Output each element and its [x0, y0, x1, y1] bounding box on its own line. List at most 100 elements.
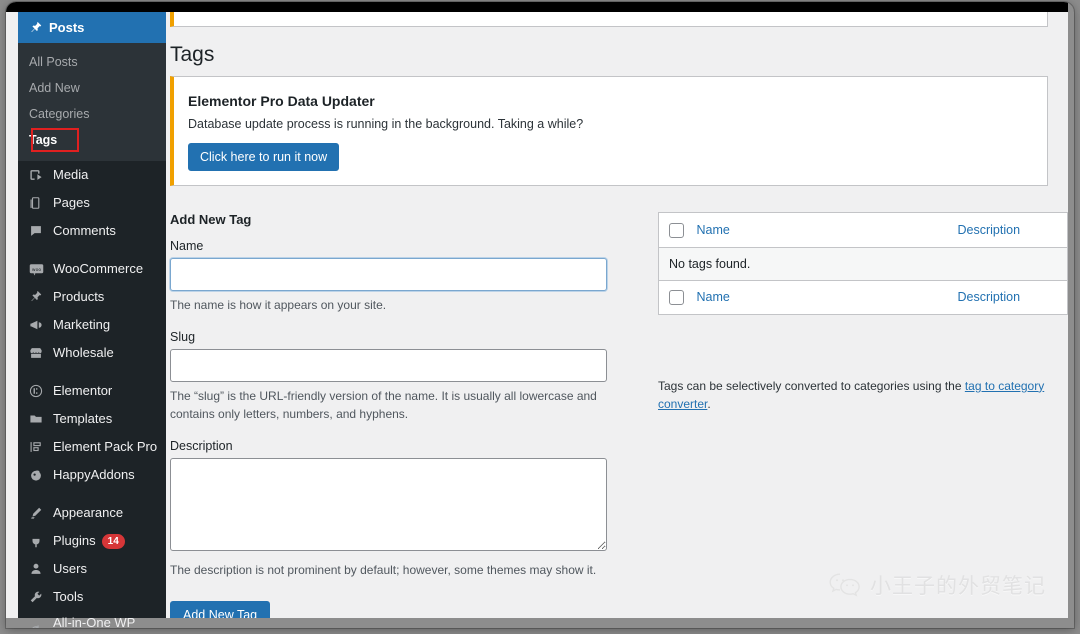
sidebar-subitem-all-posts[interactable]: All Posts [18, 49, 166, 75]
description-textarea[interactable] [170, 458, 607, 552]
sidebar-item-plugins-label: Plugins [53, 533, 96, 548]
add-new-tag-form: Add New Tag Name The name is how it appe… [170, 212, 645, 618]
field-name: Name [170, 239, 627, 292]
sidebar-item-pages[interactable]: Pages [18, 189, 166, 217]
sidebar-item-marketing-label: Marketing [53, 317, 111, 332]
sidebar-item-woocommerce[interactable]: woo WooCommerce [18, 255, 166, 283]
sidebar-item-marketing[interactable]: Marketing [18, 311, 166, 339]
column-header-name[interactable]: Name [686, 212, 948, 248]
sidebar-item-appearance-label: Appearance [53, 505, 124, 520]
submenu-item-categories-wrap: Categories [18, 101, 166, 127]
sidebar-item-comments-label: Comments [53, 223, 116, 238]
tags-table-head: Name Description [658, 212, 1068, 248]
sidebar-item-tools[interactable]: Tools [18, 583, 166, 611]
sidebar-item-users-label: Users [53, 561, 87, 576]
select-all-checkbox-footer[interactable] [669, 289, 684, 305]
sidebar-divider-1 [18, 245, 166, 255]
sidebar-item-happyaddons-label: HappyAddons [53, 467, 135, 482]
sidebar-item-pages-label: Pages [53, 195, 90, 210]
sidebar-divider-3 [18, 489, 166, 499]
sidebar-item-products[interactable]: Products [18, 283, 166, 311]
name-help-text: The name is how it appears on your site. [170, 298, 387, 313]
comments-icon [29, 224, 49, 238]
top-black-bar [6, 2, 1074, 12]
slug-input[interactable] [170, 349, 607, 383]
notice-body: Elementor Pro Data Updater Database upda… [174, 77, 1047, 185]
no-tags-found-message: No tags found. [658, 247, 1068, 281]
sidebar-item-posts-label: Posts [49, 20, 85, 35]
tags-table-foot: Name Description [658, 279, 1068, 315]
select-all-header [658, 212, 687, 248]
wrench-icon [29, 590, 49, 604]
sidebar-item-element-pack-pro-label: Element Pack Pro [53, 439, 158, 454]
elementor-data-updater-notice: Elementor Pro Data Updater Database upda… [170, 76, 1048, 187]
tags-columns: Add New Tag Name The name is how it appe… [166, 212, 1068, 618]
sidebar-item-users[interactable]: Users [18, 555, 166, 583]
elementor-icon [29, 384, 49, 398]
migration-icon [29, 624, 49, 628]
pages-icon [29, 196, 49, 210]
tag-converter-note: Tags can be selectively converted to cat… [658, 377, 1068, 413]
submenu-item-tags-wrap: Tags [18, 127, 166, 153]
slug-help-text: The “slug” is the URL-friendly version o… [170, 389, 597, 422]
woocommerce-icon: woo [29, 263, 49, 276]
name-label: Name [170, 239, 204, 254]
sidebar-item-appearance[interactable]: Appearance [18, 499, 166, 527]
form-heading: Add New Tag [170, 212, 252, 228]
sidebar-item-element-pack-pro[interactable]: Element Pack Pro [18, 433, 166, 461]
svg-text:woo: woo [32, 268, 41, 273]
sidebar-item-wholesale-label: Wholesale [53, 345, 114, 360]
table-footer-row: Name Description [658, 279, 1068, 315]
sidebar-item-media-label: Media [53, 167, 89, 182]
sidebar-item-tools-label: Tools [53, 589, 84, 604]
submenu-item-add-new-wrap: Add New [18, 75, 166, 101]
tags-table: Name Description No tags found. Name Des… [658, 212, 1068, 315]
notice-message: Database update process is running in th… [188, 117, 584, 132]
screenshot-root: Posts All Posts Add New Categories Tags [0, 0, 1080, 634]
column-footer-name[interactable]: Name [686, 279, 948, 315]
table-row: No tags found. [658, 247, 1068, 281]
sidebar-item-media[interactable]: Media [18, 161, 166, 189]
sidebar-item-wholesale[interactable]: Wholesale [18, 339, 166, 367]
sidebar-subitem-add-new[interactable]: Add New [18, 75, 166, 101]
column-header-description[interactable]: Description [947, 212, 1068, 248]
field-slug: Slug [170, 330, 627, 383]
element-pack-icon [29, 440, 49, 454]
submenu-item-all-posts-wrap: All Posts [18, 49, 166, 75]
admin-sidebar: Posts All Posts Add New Categories Tags [18, 12, 166, 628]
plugins-update-badge: 14 [101, 533, 125, 549]
add-new-tag-button[interactable]: Add New Tag [170, 601, 271, 618]
converter-text-before: Tags can be selectively converted to cat… [658, 378, 965, 393]
column-footer-description[interactable]: Description [947, 279, 1068, 315]
tags-list-panel: Name Description No tags found. Name Des… [645, 212, 1068, 618]
field-description: Description [170, 439, 627, 556]
page-title: Tags [170, 43, 215, 66]
sidebar-item-all-in-one-wp-migration[interactable]: All-in-One WP Migration [18, 611, 166, 628]
sidebar-item-plugins[interactable]: Plugins 14 [18, 527, 166, 555]
notice-clipped-top [170, 12, 1048, 27]
admin-main-content: Tags Elementor Pro Data Updater Database… [166, 12, 1068, 618]
media-icon [29, 168, 49, 182]
sidebar-item-templates-label: Templates [53, 411, 113, 426]
browser-frame: Posts All Posts Add New Categories Tags [6, 2, 1074, 628]
sidebar-divider-2 [18, 367, 166, 377]
sidebar-item-posts[interactable]: Posts [18, 12, 166, 43]
user-icon [29, 562, 49, 576]
sidebar-item-templates[interactable]: Templates [18, 405, 166, 433]
sidebar-subitem-tags[interactable]: Tags [18, 127, 166, 153]
happy-face-icon [29, 468, 49, 482]
tags-table-body: No tags found. [658, 247, 1068, 281]
run-update-now-button[interactable]: Click here to run it now [188, 143, 340, 172]
sidebar-item-comments[interactable]: Comments [18, 217, 166, 245]
sidebar-item-elementor[interactable]: Elementor [18, 377, 166, 405]
select-all-checkbox[interactable] [669, 222, 684, 238]
sidebar-item-happyaddons[interactable]: HappyAddons [18, 461, 166, 489]
megaphone-icon [29, 318, 49, 332]
name-input[interactable] [170, 258, 607, 292]
bottom-gray-bar [6, 618, 1074, 628]
slug-label: Slug [170, 330, 196, 345]
sidebar-subitem-categories[interactable]: Categories [18, 101, 166, 127]
description-help-text: The description is not prominent by defa… [170, 563, 597, 578]
right-gray-edge [1068, 2, 1074, 628]
converter-text-after: . [707, 396, 711, 411]
